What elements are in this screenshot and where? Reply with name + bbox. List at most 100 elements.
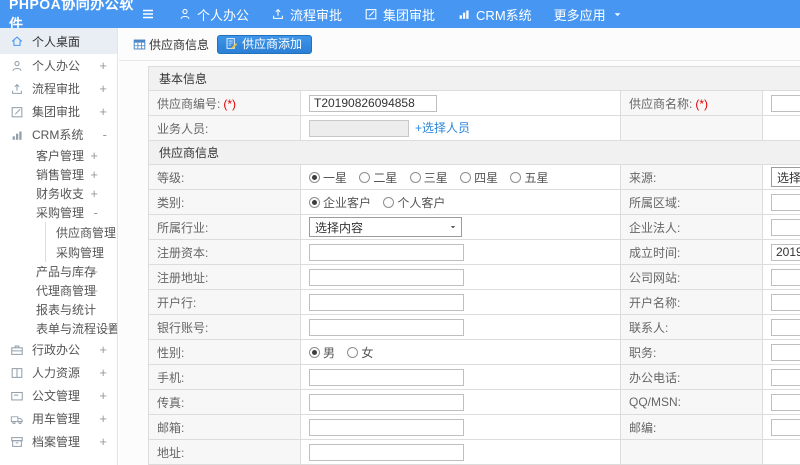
expand-icon[interactable]: + [106,321,114,336]
supplier-form: 基本信息 供应商编号:(*) 供应商名称:(*) 业务人员: +选择人员 供应商… [148,66,800,465]
qq-msn-input[interactable] [771,393,800,411]
sidebar-item-purchase-management[interactable]: 采购管理 - [0,203,117,222]
reg-address-input[interactable] [309,268,464,286]
radio-category-company[interactable]: 企业客户 [309,194,371,211]
expand-icon[interactable]: + [90,264,98,279]
radio-level-4star[interactable]: 四星 [460,169,498,186]
car-icon [10,412,24,426]
chart-icon [457,7,471,21]
sidebar-item-admin-office[interactable]: 行政办公 + [0,338,117,361]
bank-no-input[interactable] [309,318,464,336]
radio-gender-male[interactable]: 男 [309,344,335,361]
radio-icon[interactable] [309,171,320,183]
mobile-input[interactable] [309,368,464,386]
expand-icon[interactable]: + [90,148,98,163]
staff-input[interactable] [309,119,409,137]
founded-date-input[interactable] [771,243,800,261]
expand-icon[interactable]: + [99,411,107,426]
menu-item-crm-system[interactable]: CRM系统 [457,5,532,24]
menu-item-group-approval[interactable]: 集团审批 [364,5,435,24]
account-name-input[interactable] [771,293,800,311]
sidebar-item-crm-system[interactable]: CRM系统 - [0,123,117,146]
office-phone-input[interactable] [771,368,800,386]
expand-icon[interactable]: + [99,434,107,449]
sidebar-item-personal-desktop[interactable]: 个人桌面 [0,28,117,54]
section-title-supplier-info: 供应商信息 [148,140,800,165]
table-row: 地址: [148,439,800,465]
sidebar-item-document-management[interactable]: 公文管理 + [0,384,117,407]
field-label: 注册资本: [157,245,209,260]
menu-item-personal-office[interactable]: 个人办公 [178,5,249,24]
radio-level-2star[interactable]: 二星 [359,169,397,186]
hamburger-menu-icon[interactable] [140,6,156,22]
table-row: 邮箱: 邮编: [148,414,800,440]
address-input[interactable] [309,443,464,461]
collapse-icon[interactable]: - [94,205,98,220]
expand-icon[interactable]: + [90,186,98,201]
sidebar-item-purchase-sub[interactable]: 采购管理 [45,242,117,262]
expand-icon[interactable]: + [99,365,107,380]
website-input[interactable] [771,268,800,286]
sidebar-item-finance[interactable]: 财务收支 + [0,184,117,203]
email-input[interactable] [309,418,464,436]
table-row: 业务人员: +选择人员 [148,115,800,141]
expand-icon[interactable]: + [99,388,107,403]
radio-icon[interactable] [309,196,320,208]
sidebar-item-reports-statistics[interactable]: 报表与统计 [0,300,117,319]
expand-icon[interactable]: + [99,342,107,357]
radio-gender-female[interactable]: 女 [347,344,373,361]
source-select[interactable]: 选择内容 [771,167,800,187]
edit-icon [364,7,378,21]
select-staff-link[interactable]: +选择人员 [415,121,470,135]
fax-input[interactable] [309,393,464,411]
legal-person-input[interactable] [771,218,800,236]
radio-level-1star[interactable]: 一星 [309,169,347,186]
radio-category-personal[interactable]: 个人客户 [383,194,445,211]
supplier-no-input[interactable] [309,94,437,112]
sidebar-item-archive-management[interactable]: 档案管理 + [0,430,117,453]
radio-level-3star[interactable]: 三星 [409,169,448,186]
expand-icon[interactable]: + [90,283,98,298]
tab-supplier-add[interactable]: 供应商添加 [217,34,313,54]
app-window: PHPOA协同办公软件 个人办公 流程审批 集团审批 CRM系统 更多应用 个人… [0,0,800,465]
position-input[interactable] [771,343,800,361]
zip-input[interactable] [771,418,800,436]
radio-icon[interactable] [409,171,421,183]
collapse-icon[interactable]: - [103,127,107,142]
sidebar-item-products-inventory[interactable]: 产品与库存 + [0,262,117,281]
table-row: 所属行业: 选择内容 企业法人: [148,214,800,240]
tab-supplier-info[interactable]: 供应商信息 [133,36,209,53]
contact-input[interactable] [771,318,800,336]
expand-icon[interactable]: + [90,167,98,182]
table-row: 开户行: 开户名称: [148,289,800,315]
expand-icon[interactable]: + [99,58,107,73]
radio-icon[interactable] [347,346,359,358]
menu-item-more-apps[interactable]: 更多应用 [554,5,624,24]
sidebar-item-supplier-management[interactable]: 供应商管理 [45,222,117,242]
supplier-name-input[interactable] [771,94,800,112]
required-mark: (*) [695,96,709,111]
radio-level-5star[interactable]: 五星 [510,169,548,186]
menu-item-workflow-approval[interactable]: 流程审批 [271,5,342,24]
sidebar-item-form-workflow-settings[interactable]: 表单与流程设置 + [0,319,117,338]
bank-input[interactable] [309,293,464,311]
sidebar-item-group-approval[interactable]: 集团审批 + [0,100,117,123]
sidebar-item-workflow-approval[interactable]: 流程审批 + [0,77,117,100]
industry-select[interactable]: 选择内容 [309,217,462,237]
radio-icon[interactable] [309,346,320,358]
sidebar-item-customer-management[interactable]: 客户管理 + [0,146,117,165]
expand-icon[interactable]: + [99,104,107,119]
sidebar-item-agent-management[interactable]: 代理商管理 + [0,281,117,300]
sidebar-item-human-resources[interactable]: 人力资源 + [0,361,117,384]
field-label: 联系人: [629,320,669,335]
radio-icon[interactable] [359,171,371,183]
radio-icon[interactable] [510,171,522,183]
capital-input[interactable] [309,243,464,261]
radio-icon[interactable] [383,196,395,208]
sidebar-item-personal-office[interactable]: 个人办公 + [0,54,117,77]
region-input[interactable] [771,193,800,211]
sidebar-item-sales-management[interactable]: 销售管理 + [0,165,117,184]
sidebar-item-vehicle-management[interactable]: 用车管理 + [0,407,117,430]
radio-icon[interactable] [460,171,472,183]
expand-icon[interactable]: + [99,81,107,96]
